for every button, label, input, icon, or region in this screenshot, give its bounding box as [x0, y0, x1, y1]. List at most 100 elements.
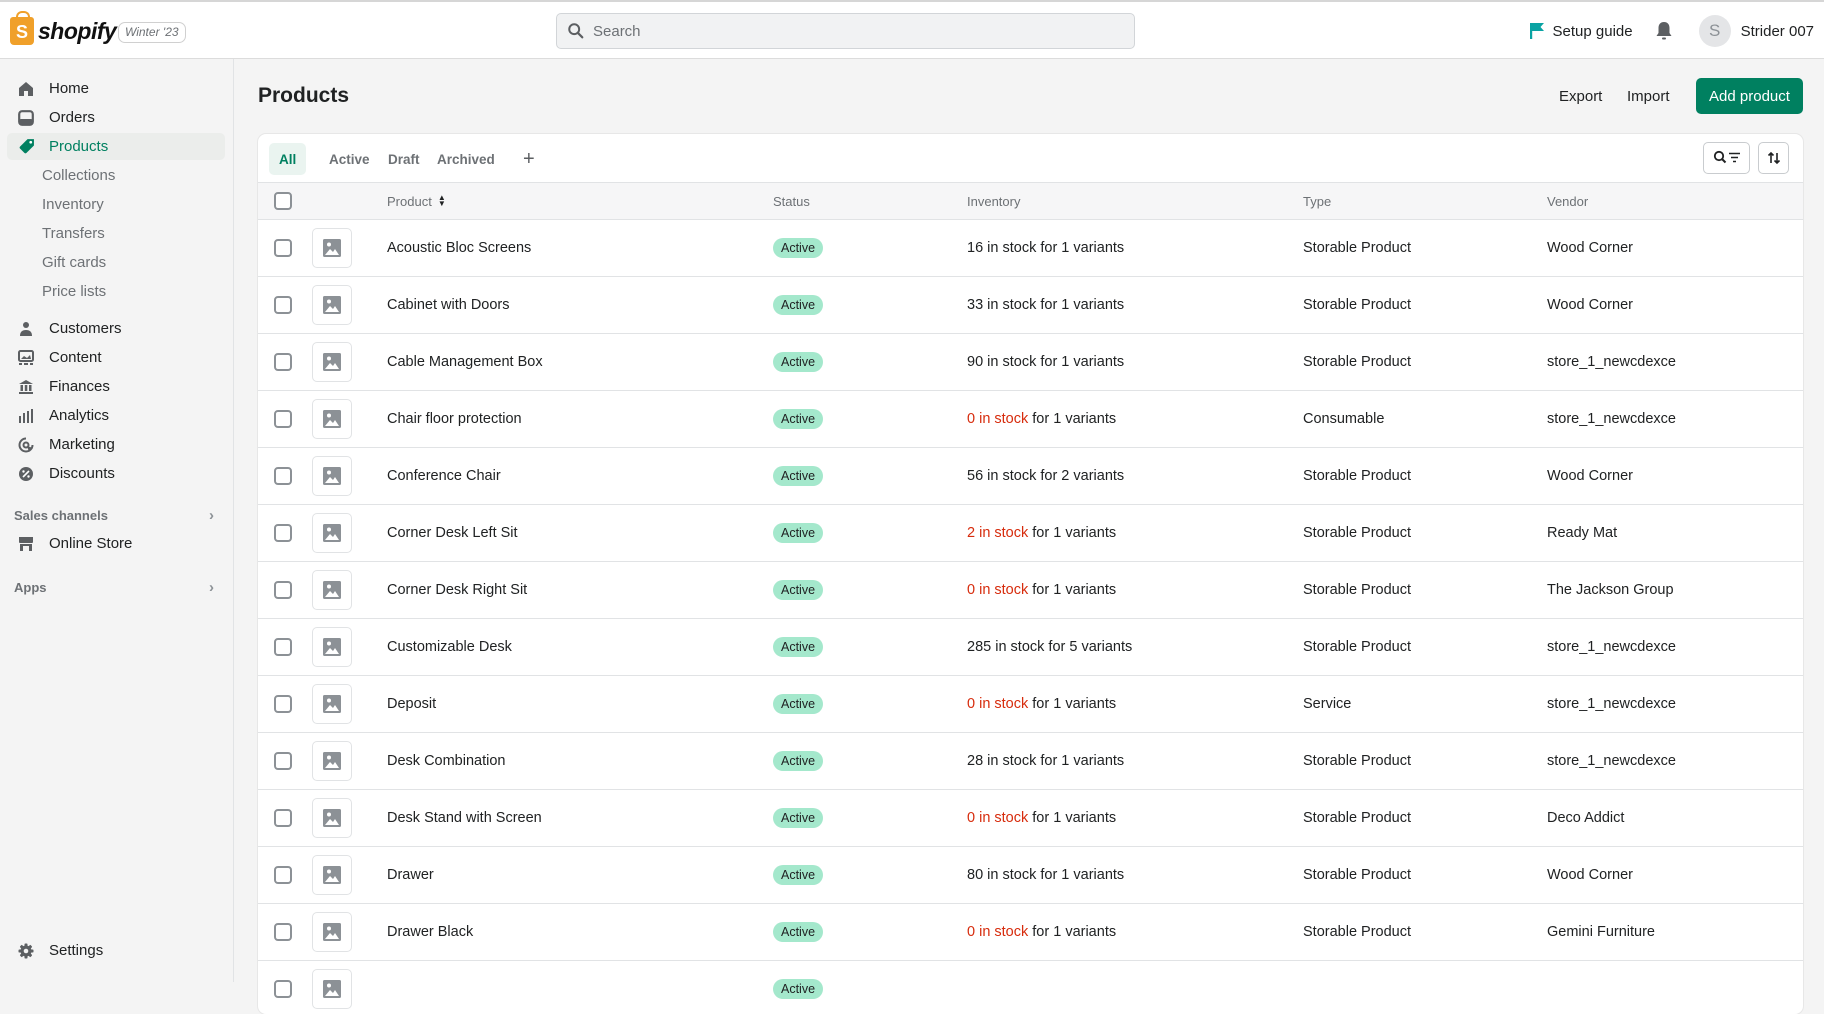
- table-row[interactable]: Chair floor protection Active 0 in stock f…: [258, 391, 1803, 448]
- table-row[interactable]: Cabinet with Doors Active 33 in stock for …: [258, 277, 1803, 334]
- row-checkbox[interactable]: [274, 866, 292, 884]
- sort-button[interactable]: [1758, 142, 1789, 174]
- product-name[interactable]: Corner Desk Left Sit: [387, 505, 518, 561]
- row-checkbox[interactable]: [274, 410, 292, 428]
- vendor-name: Deco Addict: [1547, 810, 1625, 826]
- row-checkbox[interactable]: [274, 923, 292, 941]
- column-header-product[interactable]: Product ▲ ▼: [387, 183, 446, 219]
- table-row[interactable]: Active: [258, 961, 1803, 1014]
- product-thumbnail[interactable]: [312, 228, 352, 268]
- table-row[interactable]: Deposit Active 0 in stock for 1 variants Se…: [258, 676, 1803, 733]
- search-bar[interactable]: [556, 13, 1135, 49]
- row-checkbox[interactable]: [274, 752, 292, 770]
- table-row[interactable]: Corner Desk Right Sit Active 0 in stock fo…: [258, 562, 1803, 619]
- sidebar-item-orders[interactable]: Orders: [7, 104, 225, 131]
- product-name[interactable]: Desk Stand with Screen: [387, 790, 542, 846]
- table-row[interactable]: Cable Management Box Active 90 in stock fo…: [258, 334, 1803, 391]
- product-thumbnail[interactable]: [312, 513, 352, 553]
- table-row[interactable]: Customizable Desk Active 285 in stock for …: [258, 619, 1803, 676]
- sidebar-item-discounts[interactable]: Discounts: [7, 460, 225, 487]
- setup-guide-button[interactable]: Setup guide: [1529, 22, 1633, 40]
- product-thumbnail[interactable]: [312, 912, 352, 952]
- row-checkbox[interactable]: [274, 296, 292, 314]
- product-name[interactable]: Acoustic Bloc Screens: [387, 220, 531, 276]
- add-product-button[interactable]: Add product: [1696, 78, 1803, 114]
- bar-chart-icon: [16, 408, 36, 424]
- sidebar-item-collections[interactable]: Collections: [7, 162, 225, 189]
- product-thumbnail[interactable]: [312, 570, 352, 610]
- export-button[interactable]: Export: [1559, 78, 1602, 114]
- product-name[interactable]: Drawer: [387, 847, 434, 903]
- product-thumbnail[interactable]: [312, 285, 352, 325]
- sidebar-item-settings[interactable]: Settings: [7, 937, 225, 964]
- product-name[interactable]: Customizable Desk: [387, 619, 512, 675]
- sidebar-item-price-lists[interactable]: Price lists: [7, 278, 225, 305]
- product-name[interactable]: Corner Desk Right Sit: [387, 562, 527, 618]
- product-thumbnail[interactable]: [312, 798, 352, 838]
- table-row[interactable]: Conference Chair Active 56 in stock for 2 …: [258, 448, 1803, 505]
- row-checkbox[interactable]: [274, 809, 292, 827]
- table-row[interactable]: Acoustic Bloc Screens Active 16 in stock f…: [258, 220, 1803, 277]
- table-row[interactable]: Drawer Black Active 0 in stock for 1 varia…: [258, 904, 1803, 961]
- table-row[interactable]: Desk Combination Active 28 in stock for 1 …: [258, 733, 1803, 790]
- tab-archived[interactable]: Archived: [427, 143, 505, 175]
- product-name[interactable]: Chair floor protection: [387, 391, 522, 447]
- product-thumbnail[interactable]: [312, 342, 352, 382]
- add-view-button[interactable]: +: [513, 143, 545, 175]
- inventory-cell: 90 in stock for 1 variants: [967, 334, 1124, 390]
- image-placeholder-icon: [323, 296, 341, 314]
- sidebar-item-analytics[interactable]: Analytics: [7, 402, 225, 429]
- product-thumbnail[interactable]: [312, 855, 352, 895]
- product-name[interactable]: Drawer Black: [387, 904, 473, 960]
- product-name[interactable]: Cable Management Box: [387, 334, 543, 390]
- row-checkbox[interactable]: [274, 467, 292, 485]
- product-name[interactable]: Cabinet with Doors: [387, 277, 510, 333]
- shopify-logo[interactable]: S shopify: [10, 11, 117, 45]
- tab-draft[interactable]: Draft: [378, 143, 430, 175]
- variant-count: for 1 variants: [1036, 240, 1125, 256]
- sidebar-item-inventory[interactable]: Inventory: [7, 191, 225, 218]
- sidebar-item-customers[interactable]: Customers: [7, 315, 225, 342]
- sidebar-item-products[interactable]: Products: [7, 133, 225, 160]
- product-name[interactable]: Deposit: [387, 676, 436, 732]
- product-name[interactable]: Conference Chair: [387, 448, 501, 504]
- row-checkbox[interactable]: [274, 524, 292, 542]
- row-checkbox[interactable]: [274, 638, 292, 656]
- row-checkbox[interactable]: [274, 695, 292, 713]
- table-row[interactable]: Corner Desk Left Sit Active 2 in stock for…: [258, 505, 1803, 562]
- avatar[interactable]: S: [1698, 15, 1731, 47]
- apps-header[interactable]: Apps ›: [14, 579, 214, 596]
- row-checkbox[interactable]: [274, 239, 292, 257]
- product-name[interactable]: Desk Combination: [387, 733, 505, 789]
- product-thumbnail[interactable]: [312, 969, 352, 1009]
- tab-all[interactable]: All: [269, 143, 307, 175]
- sidebar-item-marketing[interactable]: Marketing: [7, 431, 225, 458]
- sidebar-item-transfers[interactable]: Transfers: [7, 220, 225, 247]
- row-checkbox[interactable]: [274, 980, 292, 998]
- select-all-checkbox[interactable]: [274, 192, 292, 210]
- sidebar-item-gift-cards[interactable]: Gift cards: [7, 249, 225, 276]
- table-row[interactable]: Drawer Active 80 in stock for 1 variants St…: [258, 847, 1803, 904]
- sidebar-item-online-store[interactable]: Online Store: [7, 530, 225, 557]
- product-thumbnail[interactable]: [312, 627, 352, 667]
- user-name[interactable]: Strider 007: [1741, 23, 1814, 40]
- search-input[interactable]: [593, 22, 1113, 40]
- tab-active[interactable]: Active: [319, 143, 380, 175]
- table-row[interactable]: Desk Stand with Screen Active 0 in stock f…: [258, 790, 1803, 847]
- chevron-right-icon[interactable]: ›: [209, 579, 214, 596]
- product-thumbnail[interactable]: [312, 399, 352, 439]
- product-thumbnail[interactable]: [312, 741, 352, 781]
- row-checkbox[interactable]: [274, 581, 292, 599]
- product-thumbnail[interactable]: [312, 684, 352, 724]
- import-button[interactable]: Import: [1627, 78, 1670, 114]
- search-filter-button[interactable]: [1703, 142, 1750, 174]
- sales-channels-header[interactable]: Sales channels ›: [14, 507, 214, 524]
- sidebar-item-content[interactable]: Content: [7, 344, 225, 371]
- product-thumbnail[interactable]: [312, 456, 352, 496]
- notifications-button[interactable]: [1655, 21, 1673, 41]
- row-checkbox[interactable]: [274, 353, 292, 371]
- sidebar-item-home[interactable]: Home: [7, 75, 225, 102]
- chevron-right-icon[interactable]: ›: [209, 507, 214, 524]
- stock-count: 0 in stock: [967, 810, 1029, 826]
- sidebar-item-finances[interactable]: Finances: [7, 373, 225, 400]
